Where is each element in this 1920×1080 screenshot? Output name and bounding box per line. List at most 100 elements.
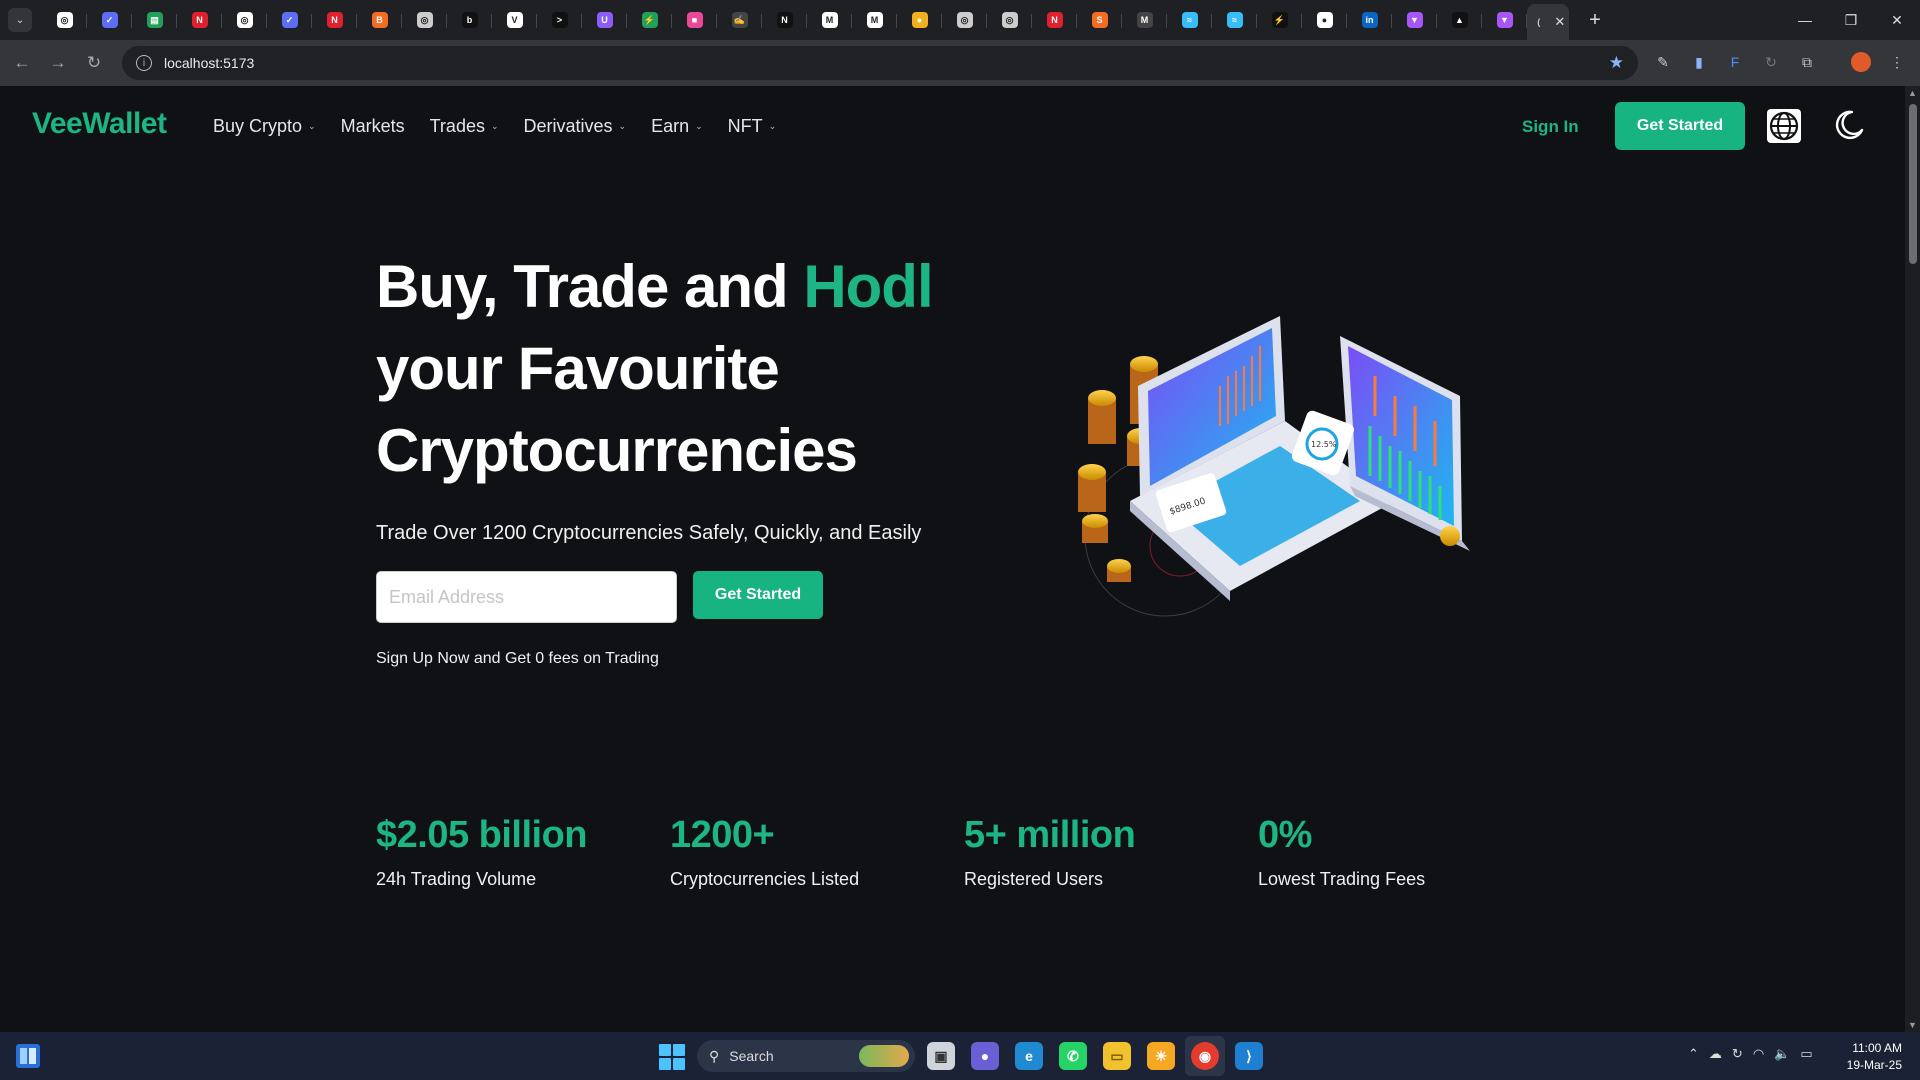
browser-tab[interactable]: N [762,4,807,36]
chrome-icon[interactable]: ◉ [1191,1042,1219,1070]
close-icon[interactable]: ✕ [1554,14,1565,30]
file-explorer-icon[interactable]: ▭ [1103,1042,1131,1070]
browser-tab[interactable]: ▤ [132,4,177,36]
browser-tab[interactable]: b [447,4,492,36]
nav-get-started-button[interactable]: Get Started [1615,102,1745,150]
start-button[interactable] [659,1044,685,1070]
grammar-icon: ✓ [101,12,118,28]
browser-tab[interactable]: B [357,4,402,36]
refresh-extension-icon[interactable]: ↻ [1761,52,1781,72]
browser-tab[interactable]: > [537,4,582,36]
extensions-puzzle-icon[interactable]: ⧉ [1797,52,1817,72]
email-input[interactable] [376,571,677,623]
browser-tab[interactable]: U [582,4,627,36]
chevron-up-icon[interactable]: ⌃ [1688,1046,1699,1062]
clock[interactable]: 11:00 AM 19-Mar-25 [1847,1040,1902,1074]
browser-tab[interactable]: M [852,4,897,36]
browser-tab[interactable]: ▼ [1392,4,1437,36]
tab-search-button[interactable]: ⌄ [8,8,32,32]
nav-item-markets[interactable]: Markets [341,116,405,137]
browser-tab[interactable]: ▲ [1437,4,1482,36]
browser-tab[interactable]: ✓ [87,4,132,36]
task-view-icon[interactable]: ▣ [927,1042,955,1070]
browser-tab[interactable]: V [492,4,537,36]
back-button[interactable]: ← [4,45,40,81]
nav-item-earn[interactable]: Earn ⌄ [651,116,703,137]
vscode-icon[interactable]: ⟩ [1235,1042,1263,1070]
profile-avatar[interactable] [1851,52,1871,72]
globe-language-icon[interactable] [1767,109,1801,143]
windows-taskbar: ⚲ Search ▣ ● e ✆ ▭ ☀ ◉ ⟩ ⌃ ☁ ↻ ◠ 🔈 ▭ 11:… [0,1032,1920,1080]
restore-button[interactable]: ❐ [1828,0,1874,40]
vite-icon: ▼ [1406,12,1423,28]
chevron-down-icon: ⌄ [308,121,316,131]
browser-tab[interactable]: ◎ [402,4,447,36]
gear-icon: ◎ [236,12,253,28]
weather-icon[interactable]: ☀ [1147,1042,1175,1070]
browser-tab[interactable]: N [312,4,357,36]
docs-extension-icon[interactable]: ▮ [1689,52,1709,72]
bookmark-star-icon[interactable]: ★ [1609,53,1624,73]
browser-tab[interactable]: in [1347,4,1392,36]
bolt-icon: ⚡ [641,12,658,28]
nav-item-derivatives[interactable]: Derivatives ⌄ [524,116,627,137]
browser-tab[interactable]: ◎ [987,4,1032,36]
scroll-thumb[interactable] [1909,104,1917,264]
browser-tab[interactable]: N [1032,4,1077,36]
browser-tab[interactable]: N [177,4,222,36]
browser-tab[interactable]: ■ [672,4,717,36]
moon-theme-icon[interactable] [1832,108,1866,142]
browser-tab[interactable]: M [1122,4,1167,36]
browser-tab[interactable]: ⚡ [627,4,672,36]
nav-item-label: Derivatives [523,116,613,136]
widgets-icon[interactable] [16,1044,40,1068]
taskbar-search[interactable]: ⚲ Search [697,1040,915,1072]
browser-tab[interactable]: ◎ [222,4,267,36]
reload-button[interactable]: ↻ [76,45,112,81]
page-scrollbar[interactable]: ▲ ▼ [1905,86,1920,1032]
battery-icon[interactable]: ▭ [1800,1046,1812,1062]
sheets-icon: ▤ [146,12,163,28]
address-bar[interactable]: i localhost:5173 ★ [122,46,1638,80]
stat-item: 5+ million Registered Users [964,814,1258,890]
gear-icon: ◎ [956,12,973,28]
volume-icon[interactable]: 🔈 [1774,1046,1790,1062]
nav-item-trades[interactable]: Trades ⌄ [430,116,499,137]
whatsapp-icon[interactable]: ✆ [1059,1042,1087,1070]
browser-tab[interactable]: S [1077,4,1122,36]
browser-tab[interactable]: ✓ [267,4,312,36]
browser-tab[interactable]: ▼ [1482,4,1527,36]
scroll-up-arrow[interactable]: ▲ [1908,88,1917,98]
browser-tab[interactable]: ● [897,4,942,36]
tab-active[interactable]: ( ✕ [1527,4,1569,40]
wifi-icon[interactable]: ◠ [1753,1046,1764,1062]
teams-icon[interactable]: ● [971,1042,999,1070]
cloud-icon[interactable]: ☁ [1709,1046,1722,1062]
browser-tab[interactable]: ◎ [42,4,87,36]
edge-icon[interactable]: e [1015,1042,1043,1070]
site-info-icon[interactable]: i [136,55,152,71]
eyedropper-icon[interactable]: ✎ [1653,52,1673,72]
browser-tab[interactable]: ● [1302,4,1347,36]
minimize-button[interactable]: — [1782,0,1828,40]
browser-tab[interactable]: ◎ [942,4,987,36]
nav-item-nft[interactable]: NFT ⌄ [728,116,777,137]
browser-tab[interactable]: ⚡ [1257,4,1302,36]
browser-menu-icon[interactable]: ⋮ [1887,52,1907,72]
nav-item-buy-crypto[interactable]: Buy Crypto ⌄ [213,116,316,137]
new-tab-button[interactable]: + [1581,9,1609,32]
close-window-button[interactable]: ✕ [1874,0,1920,40]
browser-tab[interactable]: ≈ [1167,4,1212,36]
browser-tab[interactable]: ≈ [1212,4,1257,36]
sync-icon[interactable]: ↻ [1732,1046,1743,1062]
forward-button[interactable]: → [40,45,76,81]
hero-get-started-button[interactable]: Get Started [693,571,823,619]
site-logo[interactable]: VeeWallet [32,107,167,141]
browser-tab[interactable]: M [807,4,852,36]
font-extension-icon[interactable]: F [1725,52,1745,72]
clock-date: 19-Mar-25 [1846,1058,1902,1072]
signature-icon: ✍ [731,12,748,28]
sign-in-link[interactable]: Sign In [1522,117,1579,137]
browser-tab[interactable]: ✍ [717,4,762,36]
scroll-down-arrow[interactable]: ▼ [1908,1020,1917,1030]
